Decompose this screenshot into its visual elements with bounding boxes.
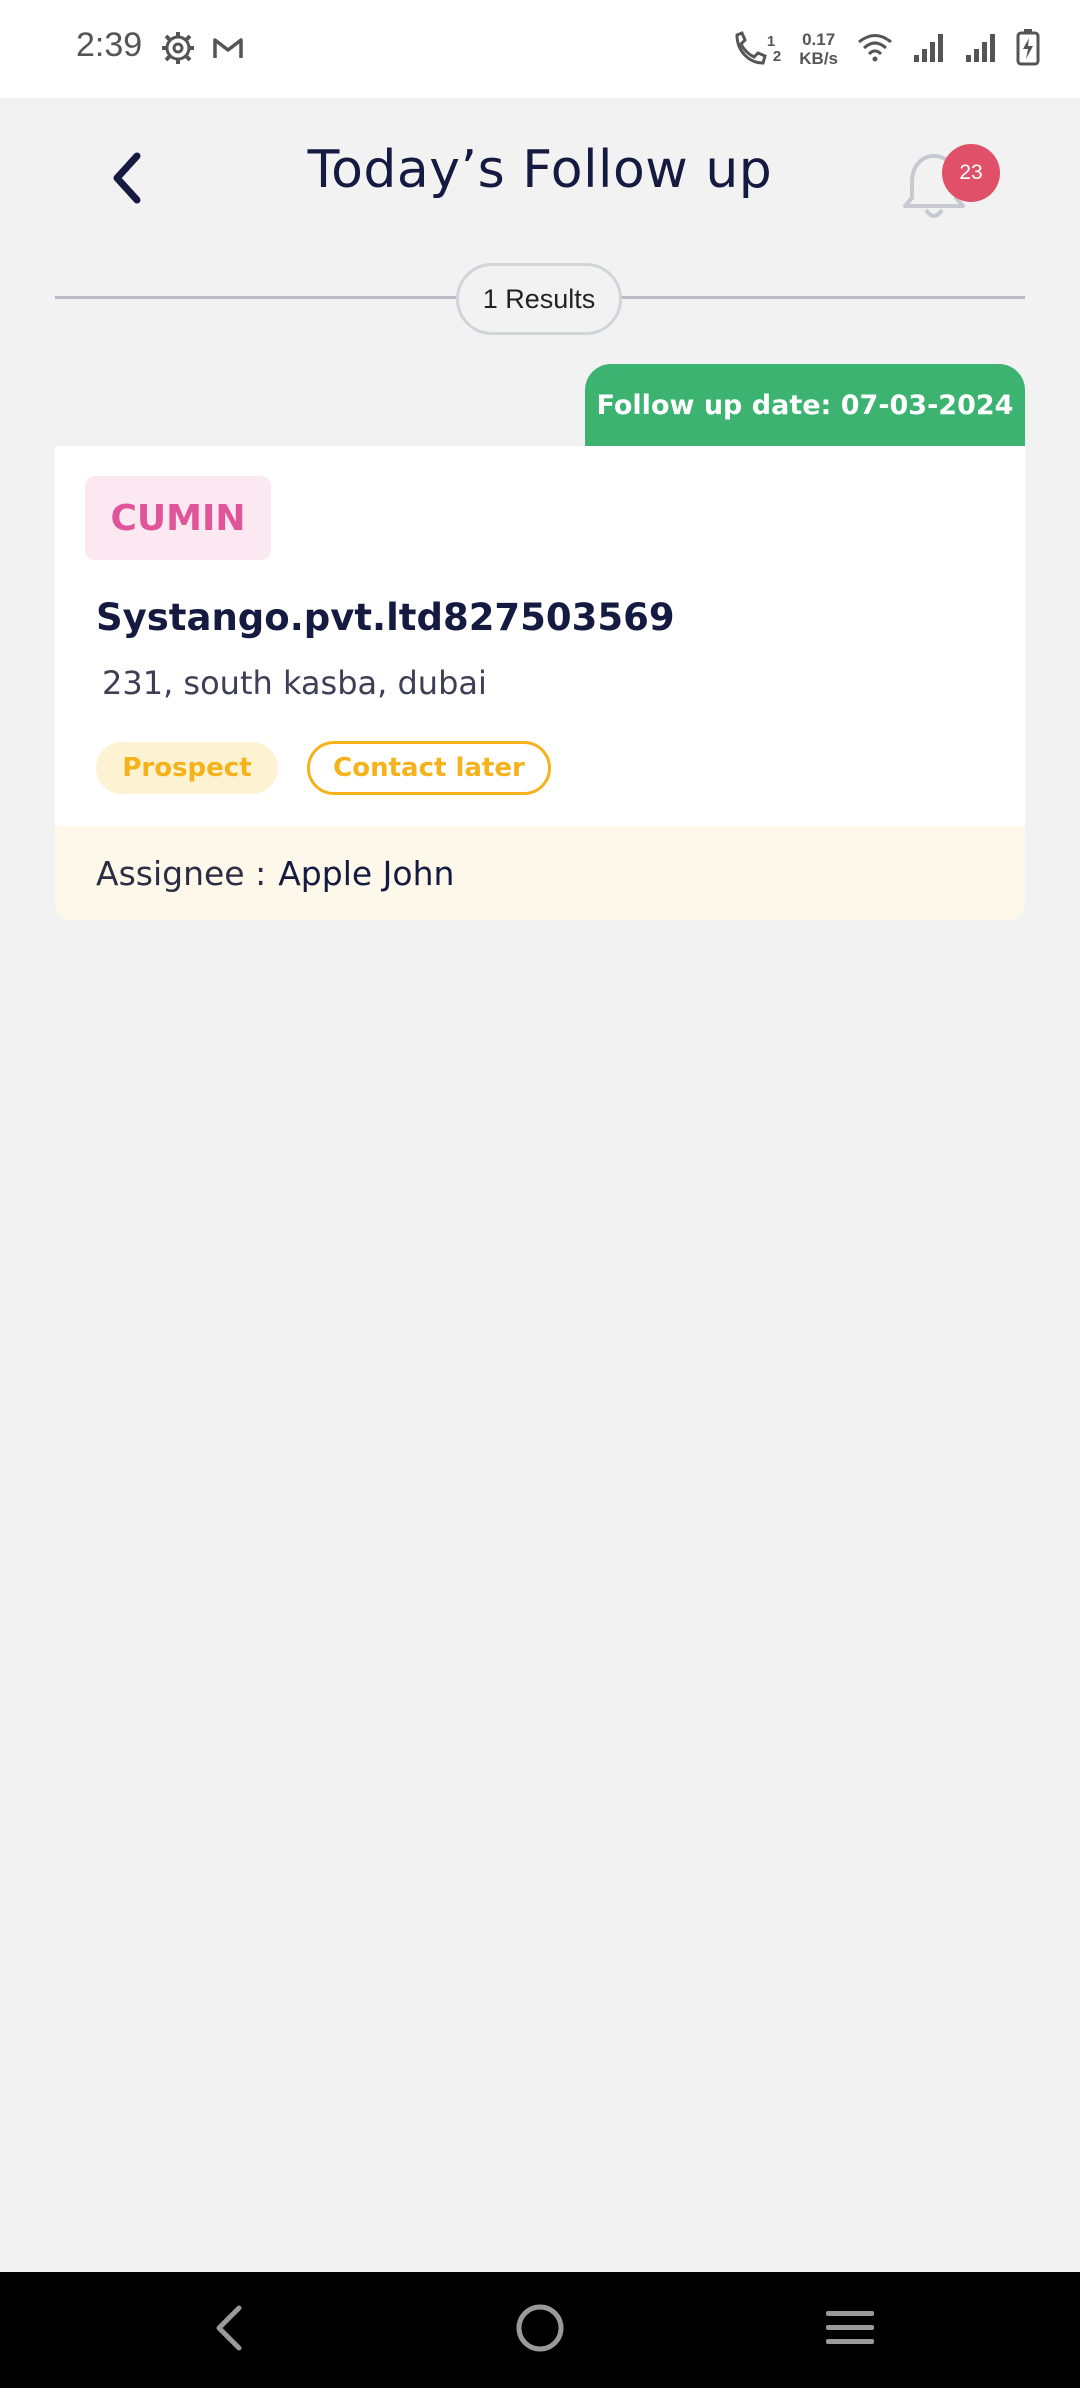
system-nav-bar — [0, 2272, 1080, 2388]
network-speed: 0.17 KB/s — [799, 30, 838, 68]
notification-count-badge: 23 — [942, 144, 1000, 202]
network-speed-value: 0.17 — [802, 30, 836, 49]
company-address: 231, south kasba, dubai — [102, 664, 487, 702]
call-icon: 1 2 — [731, 29, 781, 69]
network-speed-unit: KB/s — [799, 49, 838, 68]
notifications-button[interactable]: 23 — [896, 140, 1006, 230]
nav-recents-icon — [822, 2303, 878, 2357]
nav-home-button[interactable] — [505, 2300, 575, 2360]
signal-2-icon — [964, 31, 998, 67]
call-sim-1: 1 — [766, 33, 776, 50]
settings-gear-icon — [160, 30, 196, 66]
nav-recents-button[interactable] — [815, 2300, 885, 2360]
status-icons: 1 2 0.17 KB/s — [731, 26, 1040, 72]
battery-charging-icon — [1016, 28, 1040, 70]
category-tag: CUMIN — [85, 476, 271, 560]
status-bar: 2:39 1 2 0.17 KB/s — [0, 0, 1080, 98]
follow-up-card[interactable]: CUMIN Systango.pvt.ltd827503569 231, sou… — [55, 446, 1025, 920]
nav-back-button[interactable] — [194, 2300, 264, 2360]
nav-home-icon — [512, 2300, 568, 2360]
assignee-row: Assignee : Apple John — [55, 826, 1025, 920]
results-count: 1 Results — [456, 263, 622, 335]
call-sim-2: 2 — [772, 48, 782, 65]
assignee-label: Assignee : — [96, 853, 267, 893]
wifi-icon — [856, 31, 894, 67]
signal-1-icon — [912, 31, 946, 67]
nav-back-icon — [209, 2300, 249, 2360]
assignee-name: Apple John — [278, 853, 455, 893]
gmail-icon — [210, 30, 246, 66]
status-time: 2:39 — [76, 26, 143, 64]
follow-up-date-tab: Follow up date: 07-03-2024 — [585, 364, 1025, 446]
status-tag-contact-later: Contact later — [307, 741, 551, 795]
status-tag-prospect: Prospect — [96, 742, 278, 794]
company-name: Systango.pvt.ltd827503569 — [96, 596, 675, 639]
